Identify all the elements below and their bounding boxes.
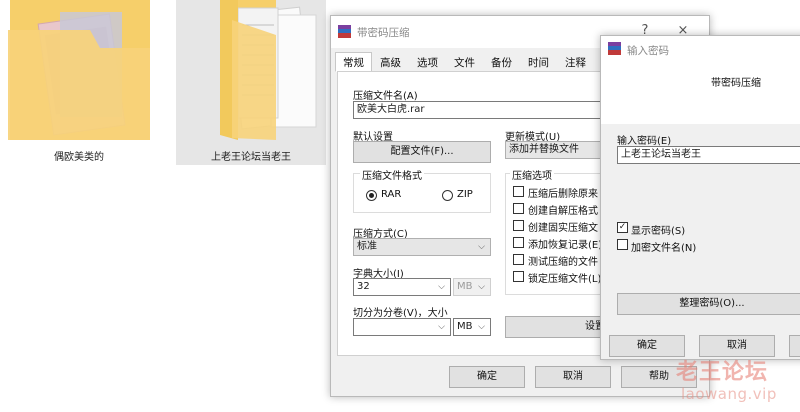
lock-checkbox[interactable] [513, 271, 524, 282]
ok-button[interactable]: 确定 [609, 335, 685, 357]
tab-general[interactable]: 常规 [335, 52, 372, 72]
dict-unit-select[interactable]: MB ⌵ [453, 278, 491, 296]
rar-label: RAR [381, 189, 402, 200]
option-label: 添加恢复记录(E) [528, 240, 603, 251]
folder-icon [220, 0, 317, 140]
dict-unit-value: MB [457, 281, 473, 292]
watermark-logo: 老王论坛 [676, 360, 769, 385]
tab-comment[interactable]: 注释 [557, 52, 594, 72]
tab-files[interactable]: 文件 [446, 52, 483, 72]
folder-item-2[interactable]: 上老王论坛当老王 [176, 0, 326, 165]
recovery-checkbox[interactable] [513, 237, 524, 248]
encrypt-names-checkbox[interactable] [617, 239, 628, 250]
zip-label: ZIP [457, 189, 473, 200]
show-password-label: 显示密码(S) [631, 226, 686, 237]
watermark-url: laowang.vip [681, 385, 777, 403]
profiles-button[interactable]: 配置文件(F)... [353, 141, 491, 163]
password-input[interactable]: 上老王论坛当老王 [617, 146, 800, 164]
chevron-down-icon: ⌵ [438, 282, 445, 292]
method-select[interactable]: 标准 ⌵ [353, 238, 491, 256]
archive-name-label: 压缩文件名(A) [353, 91, 418, 102]
show-password-checkbox[interactable]: ✓ [617, 222, 628, 233]
option-label: 创建自解压格式 [528, 206, 598, 217]
option-label: 压缩后删除原来 [528, 189, 598, 200]
update-mode-value: 添加并替换文件 [509, 144, 579, 155]
chevron-down-icon: ⌵ [478, 322, 485, 332]
chevron-down-icon: ⌵ [438, 322, 445, 332]
tab-advanced[interactable]: 高级 [372, 52, 409, 72]
password-label: 输入密码(E) [617, 136, 672, 147]
option-label: 锁定压缩文件(L) [528, 274, 602, 285]
split-unit-select[interactable]: MB ⌵ [453, 318, 491, 336]
option-label: 创建固实压缩文 [528, 223, 598, 234]
winrar-icon [338, 25, 351, 38]
zip-radio[interactable] [442, 190, 453, 201]
folder-item-1[interactable]: 偶欧美类的 [0, 0, 158, 165]
tab-backup[interactable]: 备份 [483, 52, 520, 72]
rar-radio[interactable] [366, 190, 377, 201]
chevron-down-icon: ⌵ [478, 242, 485, 252]
chevron-down-icon: ⌵ [478, 282, 485, 292]
option-label: 测试压缩的文件 [528, 257, 598, 268]
titlebar[interactable]: 输入密码 [601, 36, 800, 62]
encrypt-names-label: 加密文件名(N) [631, 243, 697, 254]
folder-label: 偶欧美类的 [54, 152, 104, 163]
test-checkbox[interactable] [513, 254, 524, 265]
split-label: 切分为分卷(V)，大小 [353, 308, 448, 319]
tab-bar: 常规 高级 选项 文件 备份 时间 注释 [335, 52, 594, 72]
window-title: 输入密码 [627, 45, 669, 57]
folder-icon [8, 0, 150, 140]
split-unit-value: MB [457, 321, 473, 332]
cancel-button[interactable]: 取消 [535, 366, 611, 388]
dict-value: 32 [357, 281, 370, 292]
organize-passwords-button[interactable]: 整理密码(O)... [617, 293, 800, 315]
split-select[interactable]: ⌵ [353, 318, 451, 336]
winrar-icon [608, 42, 621, 55]
options-group-label: 压缩选项 [510, 167, 554, 182]
delete-after-checkbox[interactable] [513, 186, 524, 197]
header-area: 带密码压缩 [601, 62, 800, 124]
tab-options[interactable]: 选项 [409, 52, 446, 72]
tab-time[interactable]: 时间 [520, 52, 557, 72]
help-button-partial[interactable] [789, 335, 800, 357]
format-group-label: 压缩文件格式 [360, 167, 424, 182]
window-title: 带密码压缩 [357, 27, 410, 39]
method-value: 标准 [357, 241, 377, 252]
dict-select[interactable]: 32 ⌵ [353, 278, 451, 296]
solid-checkbox[interactable] [513, 220, 524, 231]
dialog-heading: 带密码压缩 [711, 78, 761, 89]
password-dialog: 输入密码 带密码压缩 输入密码(E) 上老王论坛当老王 ✓ 显示密码(S) 加密… [600, 35, 800, 360]
sfx-checkbox[interactable] [513, 203, 524, 214]
ok-button[interactable]: 确定 [449, 366, 525, 388]
folder-label: 上老王论坛当老王 [211, 152, 291, 163]
